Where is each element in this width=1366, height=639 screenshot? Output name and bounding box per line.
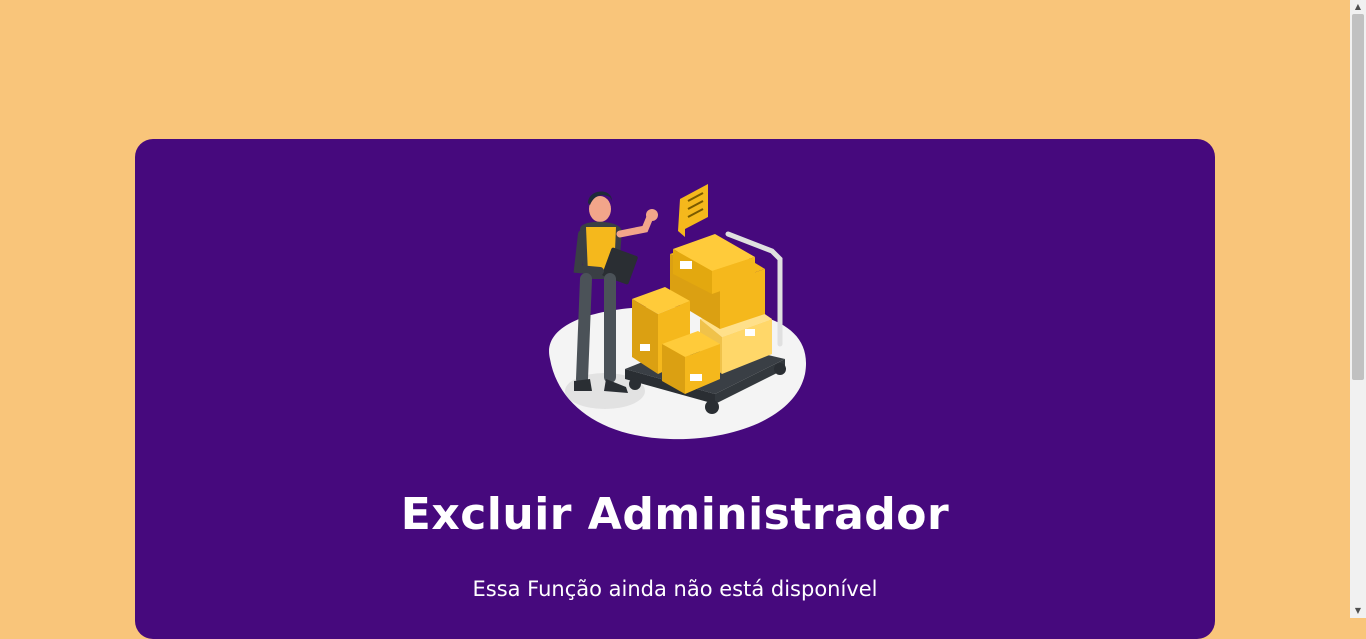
scroll-up-arrow-icon[interactable]: ▲ (1350, 0, 1366, 14)
scroll-down-arrow-icon[interactable]: ▼ (1350, 604, 1366, 618)
page-title: Excluir Administrador (400, 489, 950, 540)
message-card: Excluir Administrador Essa Função ainda … (135, 139, 1215, 639)
scrollbar-thumb[interactable] (1352, 14, 1364, 380)
delivery-worker-boxes-illustration (540, 179, 810, 444)
unavailable-message: Essa Função ainda não está disponível (472, 577, 878, 601)
vertical-scrollbar[interactable]: ▲ ▼ (1350, 0, 1366, 618)
